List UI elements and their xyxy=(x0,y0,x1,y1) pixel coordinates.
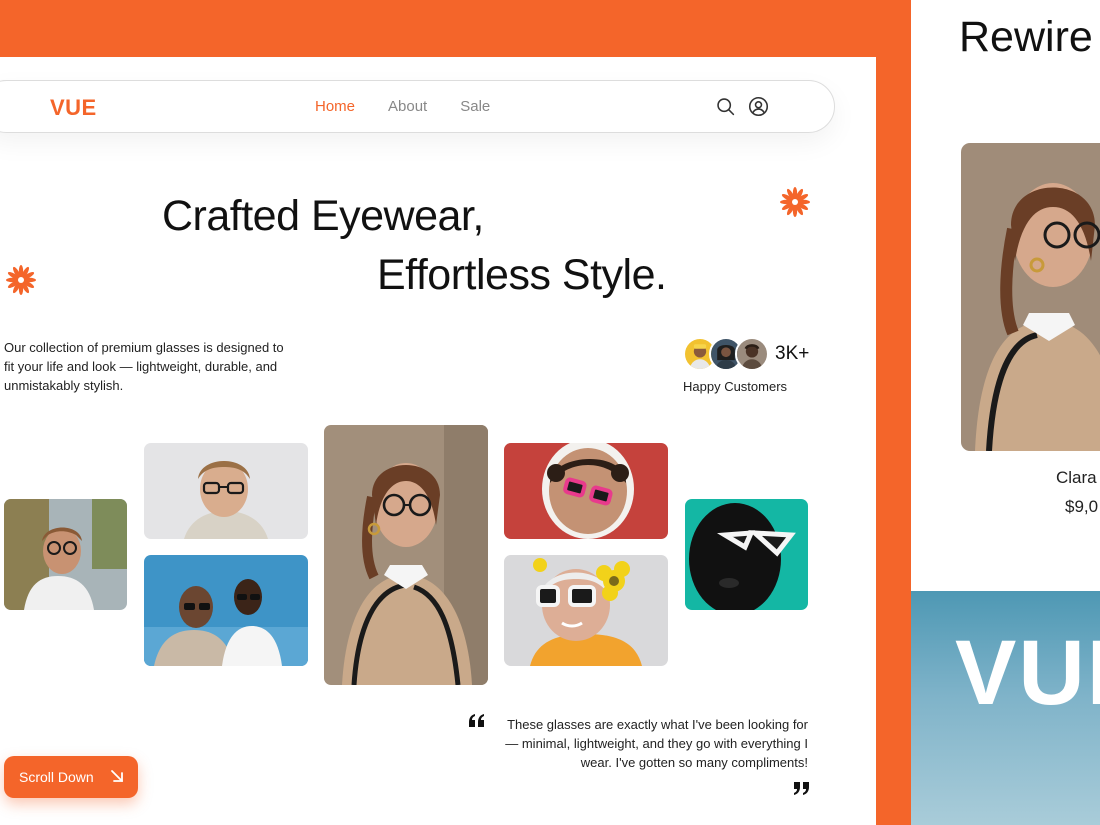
side-panel-banner: VUE xyxy=(911,591,1100,825)
hero-description: Our collection of premium glasses is des… xyxy=(4,340,284,393)
nav-icons xyxy=(715,96,769,117)
arrow-down-right-icon xyxy=(110,769,124,783)
navbar: VUE Home About Sale xyxy=(0,80,835,133)
flower-icon xyxy=(779,186,811,218)
product-photo[interactable] xyxy=(685,499,808,610)
customer-count: 3K+ xyxy=(775,343,810,364)
side-panel-title: Rewire xyxy=(959,13,1093,61)
landing-panel: VUE Home About Sale Crafted Eyewear, Eff… xyxy=(0,57,876,825)
customer-avatars xyxy=(683,337,769,371)
product-photo[interactable] xyxy=(324,425,488,685)
scroll-down-label: Scroll Down xyxy=(19,769,94,785)
nav-link-about[interactable]: About xyxy=(388,98,427,115)
side-panel-brand: VUE xyxy=(955,622,1100,724)
user-icon[interactable] xyxy=(748,96,769,117)
product-photo[interactable] xyxy=(144,443,308,539)
product-photo[interactable] xyxy=(4,499,127,610)
product-photo[interactable] xyxy=(504,555,668,666)
side-product-price: $9,0 xyxy=(1065,497,1099,516)
product-photo[interactable] xyxy=(504,443,668,539)
search-icon[interactable] xyxy=(715,96,736,117)
avatar xyxy=(735,337,769,371)
customer-count-label: Happy Customers xyxy=(683,379,788,394)
hero-title-line2: Effortless Style. xyxy=(377,251,667,299)
brand-logo[interactable]: VUE xyxy=(50,95,97,121)
testimonial-text: These glasses are exactly what I've been… xyxy=(505,717,808,770)
side-panel: Rewire Clara $9,0 xyxy=(911,0,1100,591)
nav-links: Home About Sale xyxy=(315,98,490,115)
side-product-photo[interactable] xyxy=(961,143,1100,451)
product-photo[interactable] xyxy=(144,555,308,666)
nav-link-home[interactable]: Home xyxy=(315,98,355,115)
scroll-down-button[interactable]: Scroll Down xyxy=(4,756,138,798)
flower-icon xyxy=(5,264,37,296)
hero-title-line1: Crafted Eyewear, xyxy=(162,192,484,240)
quote-close-icon xyxy=(792,779,810,797)
side-product-name: Clara xyxy=(1056,468,1097,487)
quote-open-icon xyxy=(468,712,486,730)
nav-link-sale[interactable]: Sale xyxy=(460,98,490,115)
